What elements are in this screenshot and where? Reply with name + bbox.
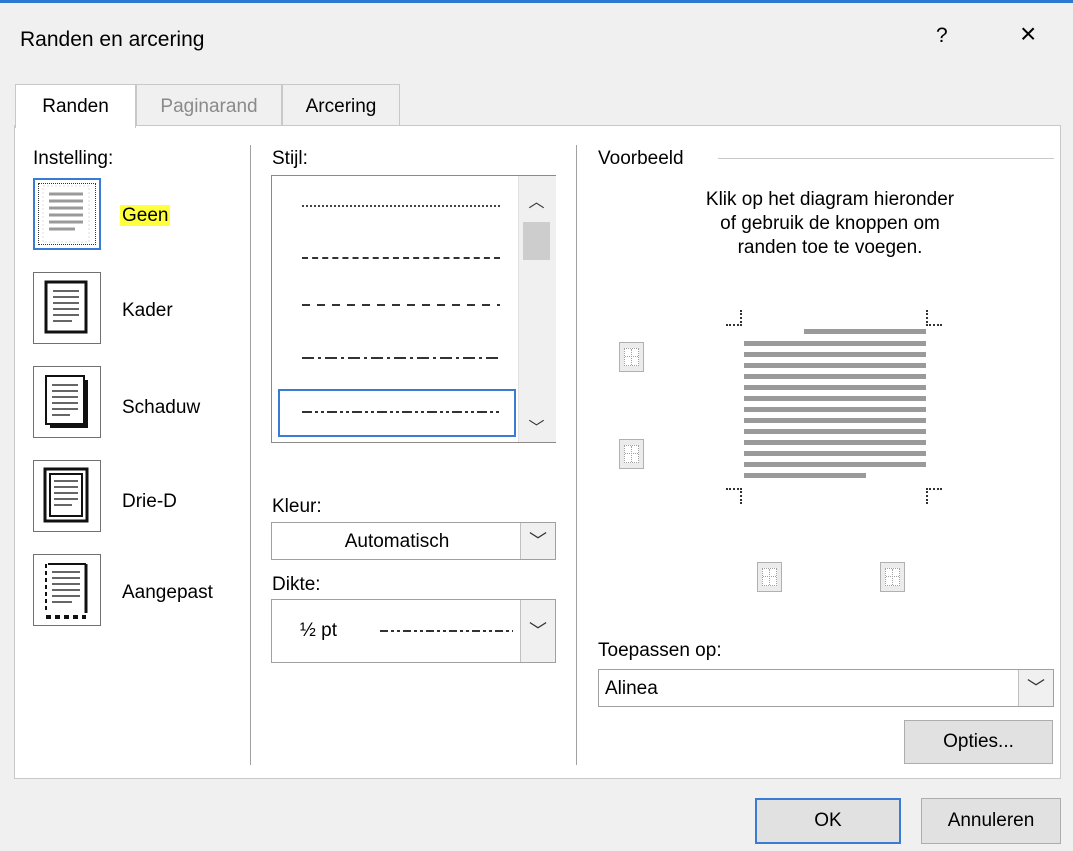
preview-label: Voorbeeld xyxy=(598,148,684,169)
title-bar-accent xyxy=(0,0,1073,3)
chevron-down-icon[interactable]: ﹀ xyxy=(1018,670,1053,706)
setting-custom-button[interactable] xyxy=(33,554,101,626)
border-left-button[interactable] xyxy=(757,562,782,592)
width-value: ½ pt xyxy=(300,620,337,641)
border-left-icon xyxy=(762,568,777,586)
border-right-icon xyxy=(885,568,900,586)
style-option-dotted[interactable] xyxy=(302,205,500,207)
corner-mark-icon xyxy=(726,310,742,326)
options-button[interactable]: Opties... xyxy=(904,720,1053,764)
setting-none-button[interactable] xyxy=(33,178,101,250)
setting-box-icon xyxy=(44,280,88,334)
border-top-button[interactable] xyxy=(619,342,644,372)
setting-3d-label[interactable]: Drie-D xyxy=(122,491,177,513)
column-divider xyxy=(250,145,251,765)
style-scrollbar[interactable] xyxy=(518,176,556,442)
tab-label: Arcering xyxy=(305,96,377,117)
column-divider xyxy=(576,145,577,765)
width-dropdown[interactable]: ½ pt ﹀ xyxy=(271,599,556,663)
style-option-dashed-short[interactable] xyxy=(302,257,500,259)
cancel-button[interactable]: Annuleren xyxy=(921,798,1061,844)
border-middle-button[interactable] xyxy=(619,439,644,469)
style-option-dash-dot[interactable] xyxy=(302,355,502,361)
preview-label-line xyxy=(718,158,1054,159)
setting-shadow-button[interactable] xyxy=(33,366,101,438)
setting-custom-label[interactable]: Aangepast xyxy=(122,582,213,604)
scroll-thumb[interactable] xyxy=(523,222,550,260)
tab-label: Randen xyxy=(42,96,109,117)
apply-to-label: Toepassen op: xyxy=(598,640,722,661)
tab-label: Paginarand xyxy=(160,96,258,117)
border-inside-icon xyxy=(624,445,639,463)
width-line-sample xyxy=(380,630,513,632)
color-dropdown[interactable]: Automatisch ﹀ xyxy=(271,522,556,560)
preview-instructions: Klik op het diagram hieronder of gebruik… xyxy=(705,189,955,258)
corner-mark-icon xyxy=(926,488,942,504)
apply-to-dropdown[interactable]: Alinea ﹀ xyxy=(598,669,1054,707)
width-label: Dikte: xyxy=(272,574,321,595)
setting-shadow-label[interactable]: Schaduw xyxy=(122,397,200,419)
style-label: Stijl: xyxy=(272,148,308,169)
tab-arcering[interactable]: Arcering xyxy=(282,84,400,126)
setting-none-label[interactable]: Geen xyxy=(120,205,171,227)
setting-shadow-icon xyxy=(45,375,88,428)
chevron-down-icon[interactable]: ﹀ xyxy=(520,523,555,559)
color-value: Automatisch xyxy=(344,531,450,552)
help-button[interactable]: ? xyxy=(936,24,948,48)
setting-3d-icon xyxy=(43,467,89,523)
settings-label: Instelling: xyxy=(33,148,114,169)
style-option-dashed-medium[interactable] xyxy=(302,302,502,308)
color-label: Kleur: xyxy=(272,496,322,517)
preview-diagram[interactable] xyxy=(720,310,950,504)
close-button[interactable]: × xyxy=(1020,18,1036,50)
border-top-icon xyxy=(624,348,639,366)
border-right-button[interactable] xyxy=(880,562,905,592)
ok-button[interactable]: OK xyxy=(755,798,901,844)
tab-paginarand[interactable]: Paginarand xyxy=(136,84,282,126)
setting-custom-icon xyxy=(45,563,88,619)
setting-none-icon xyxy=(38,183,96,245)
chevron-down-icon[interactable]: ﹀ xyxy=(520,600,555,662)
corner-mark-icon xyxy=(726,488,742,504)
apply-to-value: Alinea xyxy=(605,678,658,699)
scroll-down-icon[interactable]: ﹀ xyxy=(518,414,555,438)
dialog-title: Randen en arcering xyxy=(20,28,205,51)
setting-3d-button[interactable] xyxy=(33,460,101,532)
setting-box-button[interactable] xyxy=(33,272,101,344)
scroll-up-icon[interactable]: ︿ xyxy=(518,188,555,212)
tab-randen[interactable]: Randen xyxy=(15,84,136,128)
setting-box-label[interactable]: Kader xyxy=(122,300,173,322)
corner-mark-icon xyxy=(926,310,942,326)
style-option-dash-dot-dot[interactable] xyxy=(302,409,502,415)
